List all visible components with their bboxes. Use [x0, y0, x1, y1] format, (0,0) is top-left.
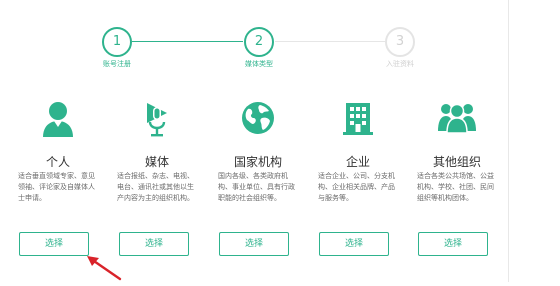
- select-enterprise-button[interactable]: 选择: [319, 232, 389, 256]
- media-type-description: 适合企业、公司、分支机构、企业相关品牌、产品与服务等。: [318, 172, 395, 202]
- media-type-title: 个人: [45, 155, 70, 169]
- select-individual-button[interactable]: 选择: [19, 232, 89, 256]
- building-icon: [308, 100, 408, 140]
- step-connector-1: [132, 41, 243, 42]
- step-1-circle: 1: [102, 27, 132, 57]
- step-1-label: 账号注册: [103, 60, 131, 68]
- step-3-circle: 3: [385, 27, 415, 57]
- globe-icon: [208, 100, 308, 140]
- select-government-button[interactable]: 选择: [219, 232, 289, 256]
- registration-stepper: 1 账号注册 2 媒体类型 3 入驻资料: [0, 0, 560, 80]
- media-type-title: 其他组织: [432, 155, 481, 169]
- select-other-organization-button[interactable]: 选择: [418, 232, 488, 256]
- annotation-arrow-icon: [84, 254, 124, 286]
- media-type-title: 媒体: [144, 155, 169, 169]
- step-3-label: 入驻资料: [386, 60, 414, 68]
- media-type-description: 适合垂直领域专家、意见领袖、评论家及自媒体人士申请。: [18, 172, 95, 202]
- group-icon: [407, 100, 507, 140]
- media-type-description: 国内各级、各类政府机构、事业单位、具有行政职能的社会组织等。: [218, 172, 295, 202]
- person-icon: [8, 100, 108, 140]
- step-2-circle: 2: [244, 27, 274, 57]
- step-connector-2: [275, 41, 385, 42]
- microphone-play-icon: [107, 100, 207, 140]
- select-media-button[interactable]: 选择: [119, 232, 189, 256]
- media-type-description: 适合报纸、杂志、电视、电台、通讯社或其他以生产内容为主的组织机构。: [117, 172, 194, 202]
- media-type-title: 企业: [345, 155, 370, 169]
- step-2-label: 媒体类型: [245, 60, 273, 68]
- media-type-description: 适合各类公共场馆、公益机构、学校、社团、民间组织等机构团体。: [417, 172, 494, 202]
- media-type-title: 国家机构: [233, 155, 282, 169]
